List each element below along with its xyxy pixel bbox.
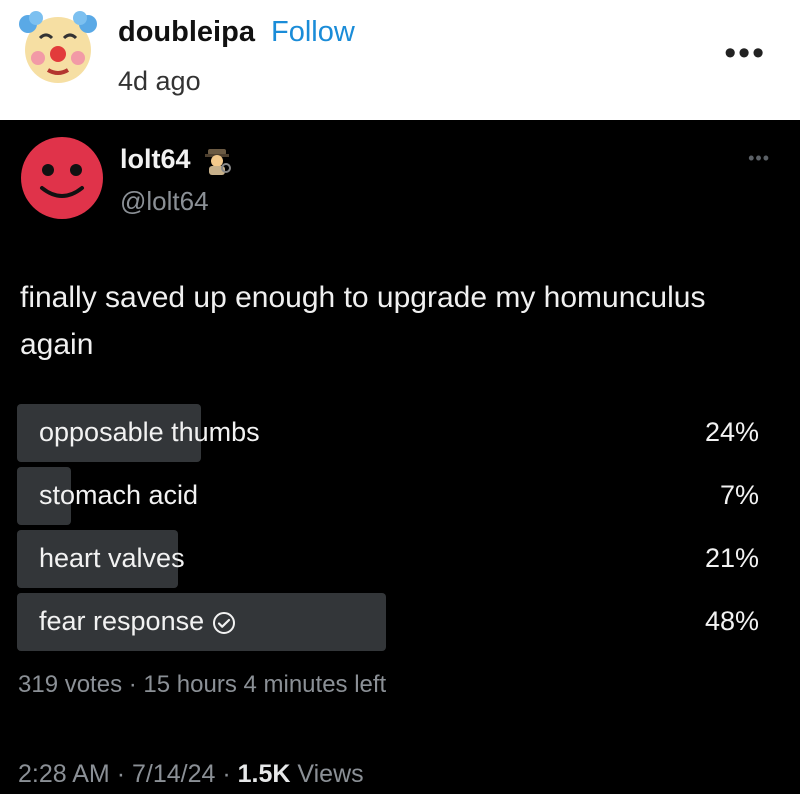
poll-option[interactable]: opposable thumbs 24% [17,404,765,462]
tweet-screenshot: lolt64 @lolt64 ••• finally saved up enou… [0,120,800,794]
poll-option-percent: 24% [704,417,759,447]
author-name[interactable]: doubleipa [118,16,255,48]
separator: · [116,760,132,788]
poll-option-label-wrap: stomach acid [39,480,198,511]
clown-face-icon[interactable] [18,8,98,88]
more-dots-icon[interactable]: ••• [724,34,766,73]
poll-option-label-wrap: fear response [39,606,236,637]
poll-option-percent: 48% [704,606,759,636]
poll-time-left: 15 hours 4 minutes left [143,671,387,698]
poll-meta: 319 votes · 15 hours 4 minutes left [18,671,386,699]
tweet-display-name: lolt64 [120,144,232,176]
tweet-handle: @lolt64 [120,186,209,216]
separator: · [222,760,238,788]
poll: opposable thumbs 24% stomach acid 7% heart v… [17,404,765,656]
poll-votes: 319 votes [18,671,123,698]
tweet-text: finally saved up enough to upgrade my ho… [20,281,706,361]
poll-option-label: fear response [39,606,205,636]
check-circle-icon [213,611,236,634]
author-line: doubleipa Follow [118,16,355,49]
poll-option[interactable]: heart valves 21% [17,530,765,588]
display-name-text: lolt64 [120,144,191,174]
detective-icon [205,148,232,175]
poll-option-label: heart valves [39,543,185,573]
post-time: 4d ago [118,66,201,96]
poll-option-percent: 21% [704,543,759,573]
views-count: 1.5K [237,760,291,788]
poll-option[interactable]: fear response 48% [17,593,765,651]
poll-option[interactable]: stomach acid 7% [17,467,765,525]
poll-option-label-wrap: heart valves [39,543,185,574]
poll-option-label: opposable thumbs [39,417,260,447]
follow-button[interactable]: Follow [271,16,355,48]
tweet-footer: 2:28 AM · 7/14/24 · 1.5K Views [18,760,364,789]
separator: · [128,671,144,698]
poll-option-label: stomach acid [39,480,199,510]
poll-option-percent: 7% [719,480,759,510]
poll-option-label-wrap: opposable thumbs [39,417,260,448]
smiley-face-icon [21,137,103,219]
post-header: doubleipa Follow 4d ago ••• [0,0,800,120]
tweet-time: 2:28 AM [18,760,110,788]
tweet-date: 7/14/24 [131,760,216,788]
tweet-more-icon: ••• [748,148,770,168]
views-label: Views [297,760,364,788]
